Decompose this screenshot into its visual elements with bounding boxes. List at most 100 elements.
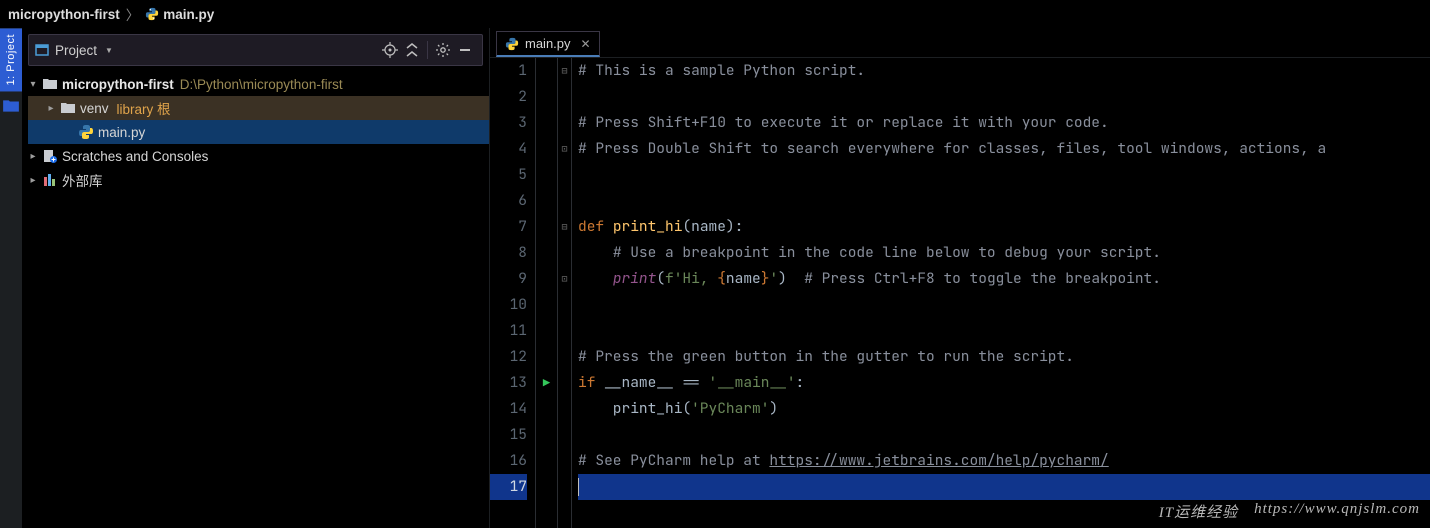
code-line[interactable]: print(f'Hi, {name}') # Press Ctrl+F8 to … xyxy=(578,266,1430,292)
run-gutter-cell[interactable] xyxy=(536,318,557,344)
line-number[interactable]: 6 xyxy=(490,188,527,214)
locate-icon[interactable] xyxy=(379,39,401,61)
line-number[interactable]: 16 xyxy=(490,448,527,474)
run-gutter-cell[interactable] xyxy=(536,344,557,370)
tree-item-venv[interactable]: ▸ venv library 根 xyxy=(28,96,489,120)
line-number[interactable]: 4 xyxy=(490,136,527,162)
line-number[interactable]: 17 xyxy=(490,474,527,500)
line-number[interactable]: 14 xyxy=(490,396,527,422)
project-tree[interactable]: ▾ micropython-first D:\Python\micropytho… xyxy=(22,68,489,192)
fold-cell[interactable] xyxy=(558,188,571,214)
run-gutter-cell[interactable] xyxy=(536,422,557,448)
project-view-switcher[interactable]: Project ▼ xyxy=(35,43,113,58)
fold-cell[interactable]: ⊟ xyxy=(558,214,571,240)
run-gutter-cell[interactable] xyxy=(536,84,557,110)
code-line[interactable] xyxy=(578,422,1430,448)
code-line[interactable] xyxy=(578,474,1430,500)
line-number[interactable]: 3 xyxy=(490,110,527,136)
run-gutter-cell[interactable] xyxy=(536,266,557,292)
fold-cell[interactable] xyxy=(558,474,571,500)
code-line[interactable] xyxy=(578,84,1430,110)
minimize-icon[interactable] xyxy=(454,39,476,61)
code-content[interactable]: # This is a sample Python script. # Press… xyxy=(572,58,1430,528)
expand-icon[interactable]: ▸ xyxy=(28,175,38,186)
expand-icon[interactable]: ▸ xyxy=(28,151,38,162)
run-gutter-cell[interactable]: ▶ xyxy=(536,370,557,396)
code-editor[interactable]: 1234567891011121314151617 ▶ ⊟⊡⊟⊡ # This … xyxy=(490,58,1430,528)
run-gutter-cell[interactable] xyxy=(536,448,557,474)
code-line[interactable]: print_hi('PyCharm') xyxy=(578,396,1430,422)
fold-cell[interactable] xyxy=(558,448,571,474)
editor-tab-mainpy[interactable]: main.py ✕ xyxy=(496,31,600,57)
line-number-gutter[interactable]: 1234567891011121314151617 xyxy=(490,58,536,528)
fold-cell[interactable]: ⊡ xyxy=(558,136,571,162)
tool-window-strip: 1: Project xyxy=(0,28,22,528)
code-line[interactable]: # Press Shift+F10 to execute it or repla… xyxy=(578,110,1430,136)
line-number[interactable]: 1 xyxy=(490,58,527,84)
line-number[interactable]: 13 xyxy=(490,370,527,396)
code-line[interactable]: # Use a breakpoint in the code line belo… xyxy=(578,240,1430,266)
line-number[interactable]: 12 xyxy=(490,344,527,370)
breadcrumb-file[interactable]: main.py xyxy=(145,7,214,22)
code-line[interactable] xyxy=(578,292,1430,318)
fold-cell[interactable] xyxy=(558,344,571,370)
fold-cell[interactable] xyxy=(558,370,571,396)
line-number[interactable]: 5 xyxy=(490,162,527,188)
line-number[interactable]: 9 xyxy=(490,266,527,292)
folder-icon xyxy=(2,97,20,115)
code-line[interactable]: # Press Double Shift to search everywher… xyxy=(578,136,1430,162)
code-line[interactable]: # This is a sample Python script. xyxy=(578,58,1430,84)
fold-gutter[interactable]: ⊟ ⊡ ⊟ ⊡ xyxy=(558,58,572,528)
python-icon xyxy=(78,124,94,140)
tree-item-scratches[interactable]: ▸ Scratches and Consoles xyxy=(28,144,489,168)
fold-cell[interactable] xyxy=(558,240,571,266)
fold-cell[interactable] xyxy=(558,396,571,422)
collapse-all-icon[interactable] xyxy=(401,39,423,61)
run-gutter-cell[interactable] xyxy=(536,292,557,318)
fold-cell[interactable]: ⊡ xyxy=(558,266,571,292)
run-gutter[interactable]: ▶ xyxy=(536,58,558,528)
tree-root-path: D:\Python\micropython-first xyxy=(180,77,343,92)
fold-cell[interactable] xyxy=(558,318,571,344)
run-gutter-cell[interactable] xyxy=(536,188,557,214)
line-number[interactable]: 15 xyxy=(490,422,527,448)
run-gutter-cell[interactable] xyxy=(536,474,557,500)
run-arrow-icon[interactable]: ▶ xyxy=(543,370,550,396)
run-gutter-cell[interactable] xyxy=(536,214,557,240)
fold-cell[interactable] xyxy=(558,422,571,448)
run-gutter-cell[interactable] xyxy=(536,240,557,266)
fold-cell[interactable] xyxy=(558,84,571,110)
code-line[interactable]: def print_hi(name): xyxy=(578,214,1430,240)
line-number[interactable]: 10 xyxy=(490,292,527,318)
code-line[interactable]: # Press the green button in the gutter t… xyxy=(578,344,1430,370)
run-gutter-cell[interactable] xyxy=(536,396,557,422)
code-line[interactable] xyxy=(578,188,1430,214)
run-gutter-cell[interactable] xyxy=(536,110,557,136)
fold-cell[interactable] xyxy=(558,110,571,136)
line-number[interactable]: 7 xyxy=(490,214,527,240)
line-number[interactable]: 11 xyxy=(490,318,527,344)
expand-icon[interactable]: ▸ xyxy=(46,103,56,114)
tree-item-mainpy[interactable]: main.py xyxy=(28,120,489,144)
fold-cell[interactable] xyxy=(558,292,571,318)
fold-cell[interactable]: ⊟ xyxy=(558,58,571,84)
code-line[interactable] xyxy=(578,162,1430,188)
run-gutter-cell[interactable] xyxy=(536,136,557,162)
project-tool-tab[interactable]: 1: Project xyxy=(0,28,22,91)
expand-icon[interactable]: ▾ xyxy=(28,79,38,90)
run-gutter-cell[interactable] xyxy=(536,162,557,188)
tree-item-external-libs[interactable]: ▸ 外部库 xyxy=(28,168,489,192)
editor-tab-bar: main.py ✕ xyxy=(490,28,1430,58)
code-line[interactable]: if __name__ == '__main__': xyxy=(578,370,1430,396)
line-number[interactable]: 8 xyxy=(490,240,527,266)
close-tab-icon[interactable]: ✕ xyxy=(581,37,591,51)
code-line[interactable]: # See PyCharm help at https://www.jetbra… xyxy=(578,448,1430,474)
breadcrumb-project[interactable]: micropython-first xyxy=(8,7,120,22)
line-number[interactable]: 2 xyxy=(490,84,527,110)
settings-gear-icon[interactable] xyxy=(432,39,454,61)
dropdown-caret-icon: ▼ xyxy=(105,46,113,55)
tree-root[interactable]: ▾ micropython-first D:\Python\micropytho… xyxy=(28,72,489,96)
fold-cell[interactable] xyxy=(558,162,571,188)
run-gutter-cell[interactable] xyxy=(536,58,557,84)
code-line[interactable] xyxy=(578,318,1430,344)
